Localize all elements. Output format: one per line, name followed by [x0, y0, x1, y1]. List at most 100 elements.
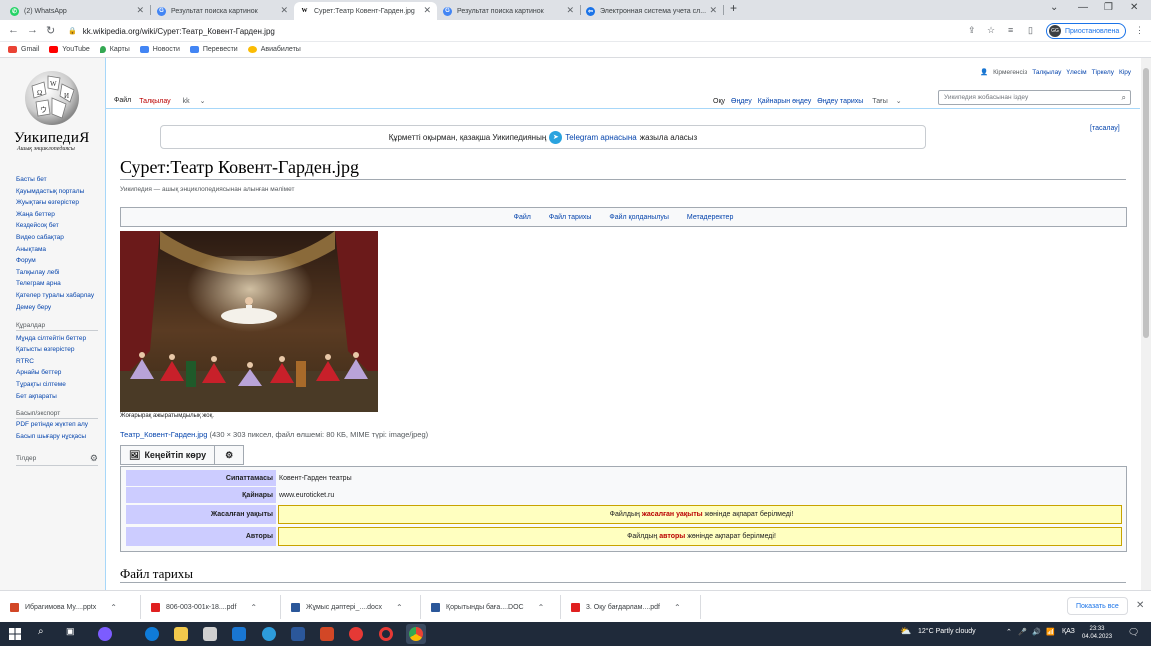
back-icon[interactable]: ← [8, 24, 19, 36]
sidebar-item-main-page[interactable]: Басты бет [16, 174, 98, 186]
sidebar-item-recent-changes[interactable]: Жуықтағы өзгерістер [16, 197, 98, 209]
sidebar-item-random-page[interactable]: Кездейсоқ бет [16, 220, 98, 232]
clock[interactable]: 23:33 04.04.2023 [1082, 625, 1112, 641]
volume-icon[interactable]: 🔊 [1032, 628, 1041, 636]
download-item[interactable]: Жұмыс дәптері_....docx ⌃ [291, 599, 403, 615]
file-nav-metadata[interactable]: Метадеректер [687, 214, 733, 221]
chevron-up-icon[interactable]: ⌃ [396, 603, 403, 612]
sidebar-item-report-errors[interactable]: Қателер туралы хабарлау [16, 292, 98, 300]
sidebar-item-page-info[interactable]: Бет ақпараты [16, 391, 98, 403]
reload-icon[interactable]: ↻ [46, 24, 55, 37]
word-icon[interactable] [291, 627, 305, 641]
download-item[interactable]: 3. Оқу бағдарлам....pdf ⌃ [571, 599, 681, 615]
telegram-icon[interactable] [262, 627, 276, 641]
ballet-stage-photo[interactable] [120, 231, 378, 412]
opera-icon[interactable] [379, 627, 393, 641]
file-explorer-icon[interactable] [174, 627, 188, 641]
search-icon[interactable]: ⌕ [38, 626, 44, 637]
powerpoint-icon[interactable] [320, 627, 334, 641]
forward-icon[interactable]: → [27, 24, 38, 36]
chevron-up-icon[interactable]: ⌃ [1006, 628, 1012, 636]
language-variant-dropdown[interactable]: kk ⌄ [175, 94, 214, 108]
settings-button[interactable]: ⚙ [215, 445, 245, 465]
profile-button[interactable]: GG Приостановлена [1046, 23, 1127, 39]
close-downloads-icon[interactable]: ✕ [1136, 600, 1144, 611]
bookmark-flights[interactable]: Авиабилеты [247, 46, 301, 53]
share-icon[interactable]: ⇪ [968, 25, 976, 36]
more-menu[interactable]: Тағы ⌄ [866, 94, 907, 108]
login-link[interactable]: Кіру [1119, 69, 1131, 76]
yandex-icon[interactable] [349, 627, 363, 641]
download-item[interactable]: 806-003-001к-18....pdf ⌃ [151, 599, 257, 615]
sidebar-item-rtrc[interactable]: RTRC [16, 356, 98, 368]
sidebar-item-forum[interactable]: Форум [16, 255, 98, 267]
tab-image-search-1[interactable]: G Результат поиска картинок ✕ [151, 2, 294, 20]
close-tab-icon[interactable]: ✕ [423, 5, 431, 16]
new-tab-button[interactable]: + [730, 1, 737, 15]
sidebar-item-discussion-feed[interactable]: Талқылау лебі [16, 267, 98, 279]
sidebar-item-donate[interactable]: Демеу беру [16, 302, 98, 314]
tab-talk[interactable]: Талқылау [135, 94, 174, 108]
close-tab-icon[interactable]: ✕ [709, 5, 717, 16]
chrome-icon[interactable] [409, 627, 423, 641]
tab-edu-system[interactable]: ⇦ Электронная система учета сл... ✕ [580, 2, 723, 20]
download-item[interactable]: Қорытынды бағa....DOC ⌃ [431, 599, 544, 615]
input-language[interactable]: ҚАЗ [1062, 628, 1075, 635]
sidebar-item-permalink[interactable]: Тұрақты сілтеме [16, 379, 98, 391]
wikipedia-globe-logo[interactable]: Ω W И ウ [22, 68, 82, 128]
chevron-up-icon[interactable]: ⌃ [674, 603, 681, 612]
bookmark-news[interactable]: Новости [139, 46, 180, 53]
chevron-up-icon[interactable]: ⌃ [538, 603, 545, 612]
search-input[interactable]: Уикипедия жобасынан іздеу ⌕ [938, 90, 1131, 105]
tab-edit[interactable]: Өңдеу [728, 94, 755, 108]
mail-icon[interactable] [232, 627, 246, 641]
bookmark-maps[interactable]: Карты [99, 46, 130, 53]
sidebar-item-printable[interactable]: Басып шығару нұсқасы [16, 431, 98, 443]
tab-file[interactable]: Файл [110, 94, 136, 108]
weather-text[interactable]: 12°C Partly cloudy [918, 628, 976, 635]
reading-list-icon[interactable]: ≡ [1008, 25, 1013, 35]
microphone-icon[interactable]: 🎤 [1018, 628, 1027, 636]
show-all-downloads-button[interactable]: Показать все [1067, 597, 1128, 615]
notifications-icon[interactable]: 🗨 [1128, 627, 1139, 638]
create-account-link[interactable]: Тіркелу [1092, 69, 1114, 76]
sidebar-item-community-portal[interactable]: Қауымдастық порталы [16, 186, 98, 198]
tab-read[interactable]: Оқу [710, 94, 728, 108]
sidebar-item-help[interactable]: Анықтама [16, 244, 98, 256]
gear-icon[interactable]: ⚙ [90, 453, 98, 464]
file-nav-history[interactable]: Файл тарихы [549, 214, 592, 221]
alice-icon[interactable] [98, 627, 112, 641]
bookmark-youtube[interactable]: YouTube [49, 46, 90, 53]
bookmark-star-icon[interactable]: ☆ [987, 25, 995, 36]
minimize-icon[interactable]: — [1078, 2, 1088, 13]
bookmark-gmail[interactable]: Gmail [8, 46, 39, 53]
tab-whatsapp[interactable]: ✆ (2) WhatsApp ✕ [4, 2, 150, 20]
personal-talk-link[interactable]: Талқылау [1032, 69, 1061, 76]
store-icon[interactable] [203, 627, 217, 641]
side-panel-icon[interactable]: ▯ [1028, 25, 1033, 36]
sidebar-item-video-lessons[interactable]: Видео сабақтар [16, 232, 98, 244]
file-nav-file[interactable]: Файл [514, 214, 531, 221]
tab-search-icon[interactable]: ⌄ [1050, 2, 1058, 13]
personal-contributions-link[interactable]: Үлесім [1066, 69, 1086, 76]
search-icon[interactable]: ⌕ [1122, 93, 1126, 103]
bookmark-translate[interactable]: Перевести [189, 46, 238, 53]
close-tab-icon[interactable]: ✕ [280, 5, 288, 16]
sidebar-item-new-pages[interactable]: Жаңа беттер [16, 209, 98, 221]
tab-edit-source[interactable]: Қайнарын өңдеу [755, 94, 815, 108]
tab-image-search-2[interactable]: G Результат поиска картинок ✕ [437, 2, 580, 20]
network-icon[interactable]: 📶 [1046, 628, 1055, 636]
tab-history[interactable]: Өңдеу тарихы [814, 94, 866, 108]
sidebar-item-telegram[interactable]: Телеграм арна [16, 278, 98, 290]
chevron-up-icon[interactable]: ⌃ [110, 603, 117, 612]
hide-notice-link[interactable]: [тасалау] [1090, 125, 1120, 132]
scrollbar-thumb[interactable] [1143, 68, 1149, 338]
sidebar-item-what-links-here[interactable]: Мұнда сілтейтін беттер [16, 333, 98, 345]
telegram-link[interactable]: Telegram арнасына [565, 133, 637, 142]
edge-icon[interactable] [145, 627, 159, 641]
sidebar-item-related-changes[interactable]: Қатысты өзгерістер [16, 344, 98, 356]
file-nav-usage[interactable]: Файл қолданылуы [609, 214, 669, 221]
sidebar-item-download-pdf[interactable]: PDF ретінде жүктеп алу [16, 421, 98, 429]
task-view-icon[interactable]: ▣ [66, 626, 75, 637]
chevron-up-icon[interactable]: ⌃ [250, 603, 257, 612]
